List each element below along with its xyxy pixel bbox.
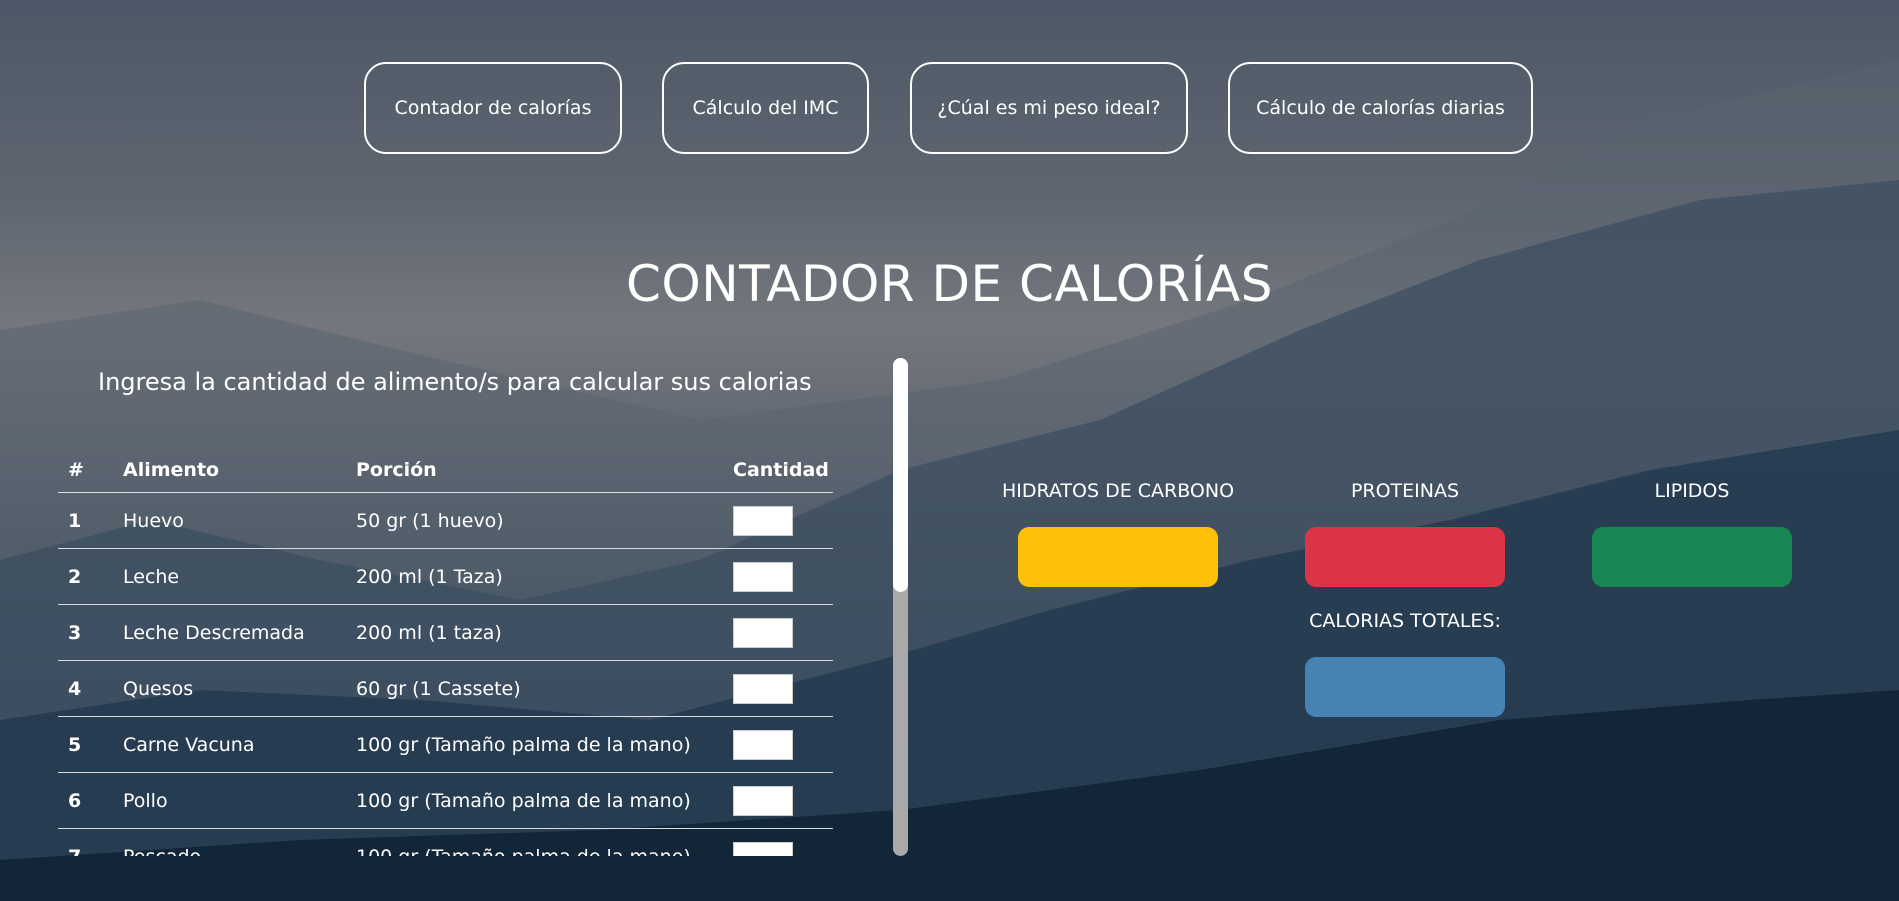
nav-button-daily-calories[interactable]: Cálculo de calorías diarias — [1228, 62, 1533, 154]
table-row: 7 Pescado 100 gr (Tamaño palma de la man… — [58, 828, 833, 856]
header-quantity: Cantidad — [733, 448, 833, 493]
row-food: Huevo — [123, 492, 356, 549]
quantity-input[interactable] — [733, 561, 793, 592]
top-navigation: Contador de calorías Cálculo del IMC ¿Cú… — [0, 62, 1899, 156]
table-row: 5 Carne Vacuna 100 gr (Tamaño palma de l… — [58, 716, 833, 773]
table-row: 1 Huevo 50 gr (1 huevo) — [58, 492, 833, 549]
header-number: # — [58, 448, 123, 493]
quantity-input[interactable] — [733, 729, 793, 760]
row-food: Pollo — [123, 772, 356, 829]
quantity-input[interactable] — [733, 841, 793, 856]
scrollbar-thumb[interactable] — [893, 358, 908, 592]
row-number: 3 — [58, 604, 123, 661]
row-number: 6 — [58, 772, 123, 829]
row-portion: 200 ml (1 taza) — [356, 604, 733, 661]
total-calories-label: CALORIAS TOTALES: — [1309, 610, 1501, 632]
nav-button-calorie-counter[interactable]: Contador de calorías — [364, 62, 622, 154]
row-number: 4 — [58, 660, 123, 717]
quantity-input[interactable] — [733, 673, 793, 704]
lipids-result-box — [1592, 527, 1792, 587]
row-number: 1 — [58, 492, 123, 549]
panel-subtitle: Ingresa la cantidad de alimento/s para c… — [98, 368, 812, 396]
page-title: CONTADOR DE CALORÍAS — [626, 255, 1273, 313]
row-food: Quesos — [123, 660, 356, 717]
nav-button-ideal-weight[interactable]: ¿Cúal es mi peso ideal? — [910, 62, 1188, 154]
table-row: 3 Leche Descremada 200 ml (1 taza) — [58, 604, 833, 661]
protein-label: PROTEINAS — [1350, 480, 1460, 502]
quantity-input[interactable] — [733, 505, 793, 536]
nav-button-bmi[interactable]: Cálculo del IMC — [662, 62, 869, 154]
row-food: Leche Descremada — [123, 604, 356, 661]
table-header-row: # Alimento Porción Cantidad — [58, 448, 833, 493]
row-food: Leche — [123, 548, 356, 605]
table-row: 2 Leche 200 ml (1 Taza) — [58, 548, 833, 605]
table-row: 4 Quesos 60 gr (1 Cassete) — [58, 660, 833, 717]
row-portion: 200 ml (1 Taza) — [356, 548, 733, 605]
row-portion: 50 gr (1 huevo) — [356, 492, 733, 549]
quantity-input[interactable] — [733, 785, 793, 816]
row-portion: 100 gr (Tamaño palma de la mano) — [356, 716, 733, 773]
row-number: 7 — [58, 828, 123, 856]
row-portion: 100 gr (Tamaño palma de la mano) — [356, 772, 733, 829]
protein-result-box — [1305, 527, 1505, 587]
header-food: Alimento — [123, 448, 356, 493]
calorie-input-panel: Ingresa la cantidad de alimento/s para c… — [58, 350, 838, 856]
row-number: 2 — [58, 548, 123, 605]
quantity-input[interactable] — [733, 617, 793, 648]
total-calories-box — [1305, 657, 1505, 717]
row-number: 5 — [58, 716, 123, 773]
row-portion: 60 gr (1 Cassete) — [356, 660, 733, 717]
food-table: # Alimento Porción Cantidad 1 Huevo 50 g… — [58, 448, 833, 856]
row-food: Pescado — [123, 828, 356, 856]
lipids-label: LIPIDOS — [1654, 480, 1730, 502]
carbs-label: HIDRATOS DE CARBONO — [1001, 480, 1235, 502]
row-portion: 100 gr (Tamaño palma de la mano) — [356, 828, 733, 856]
table-scrollbar[interactable] — [893, 358, 908, 856]
header-portion: Porción — [356, 448, 733, 493]
row-food: Carne Vacuna — [123, 716, 356, 773]
carbs-result-box — [1018, 527, 1218, 587]
table-row: 6 Pollo 100 gr (Tamaño palma de la mano) — [58, 772, 833, 829]
